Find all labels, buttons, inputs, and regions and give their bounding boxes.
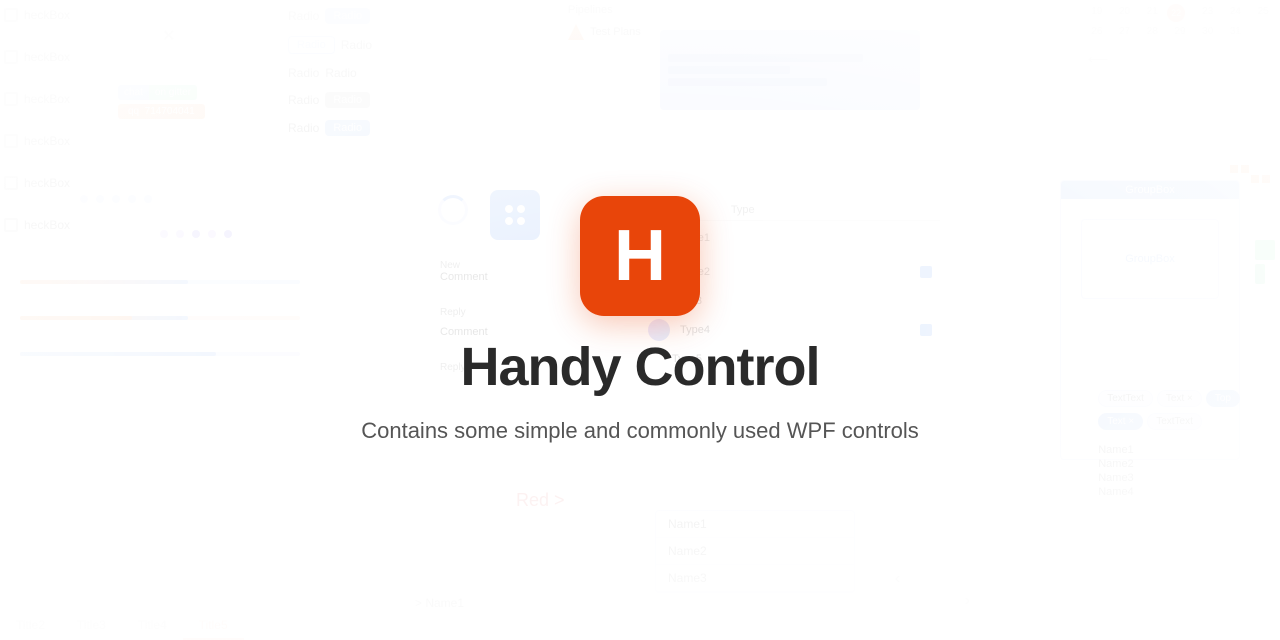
- app-title: Handy Control: [461, 336, 820, 398]
- logo-letter: H: [614, 220, 666, 292]
- foreground-content: H Handy Control Contains some simple and…: [0, 0, 1280, 640]
- app-subtitle: Contains some simple and commonly used W…: [361, 418, 919, 444]
- app-logo: H: [580, 196, 700, 316]
